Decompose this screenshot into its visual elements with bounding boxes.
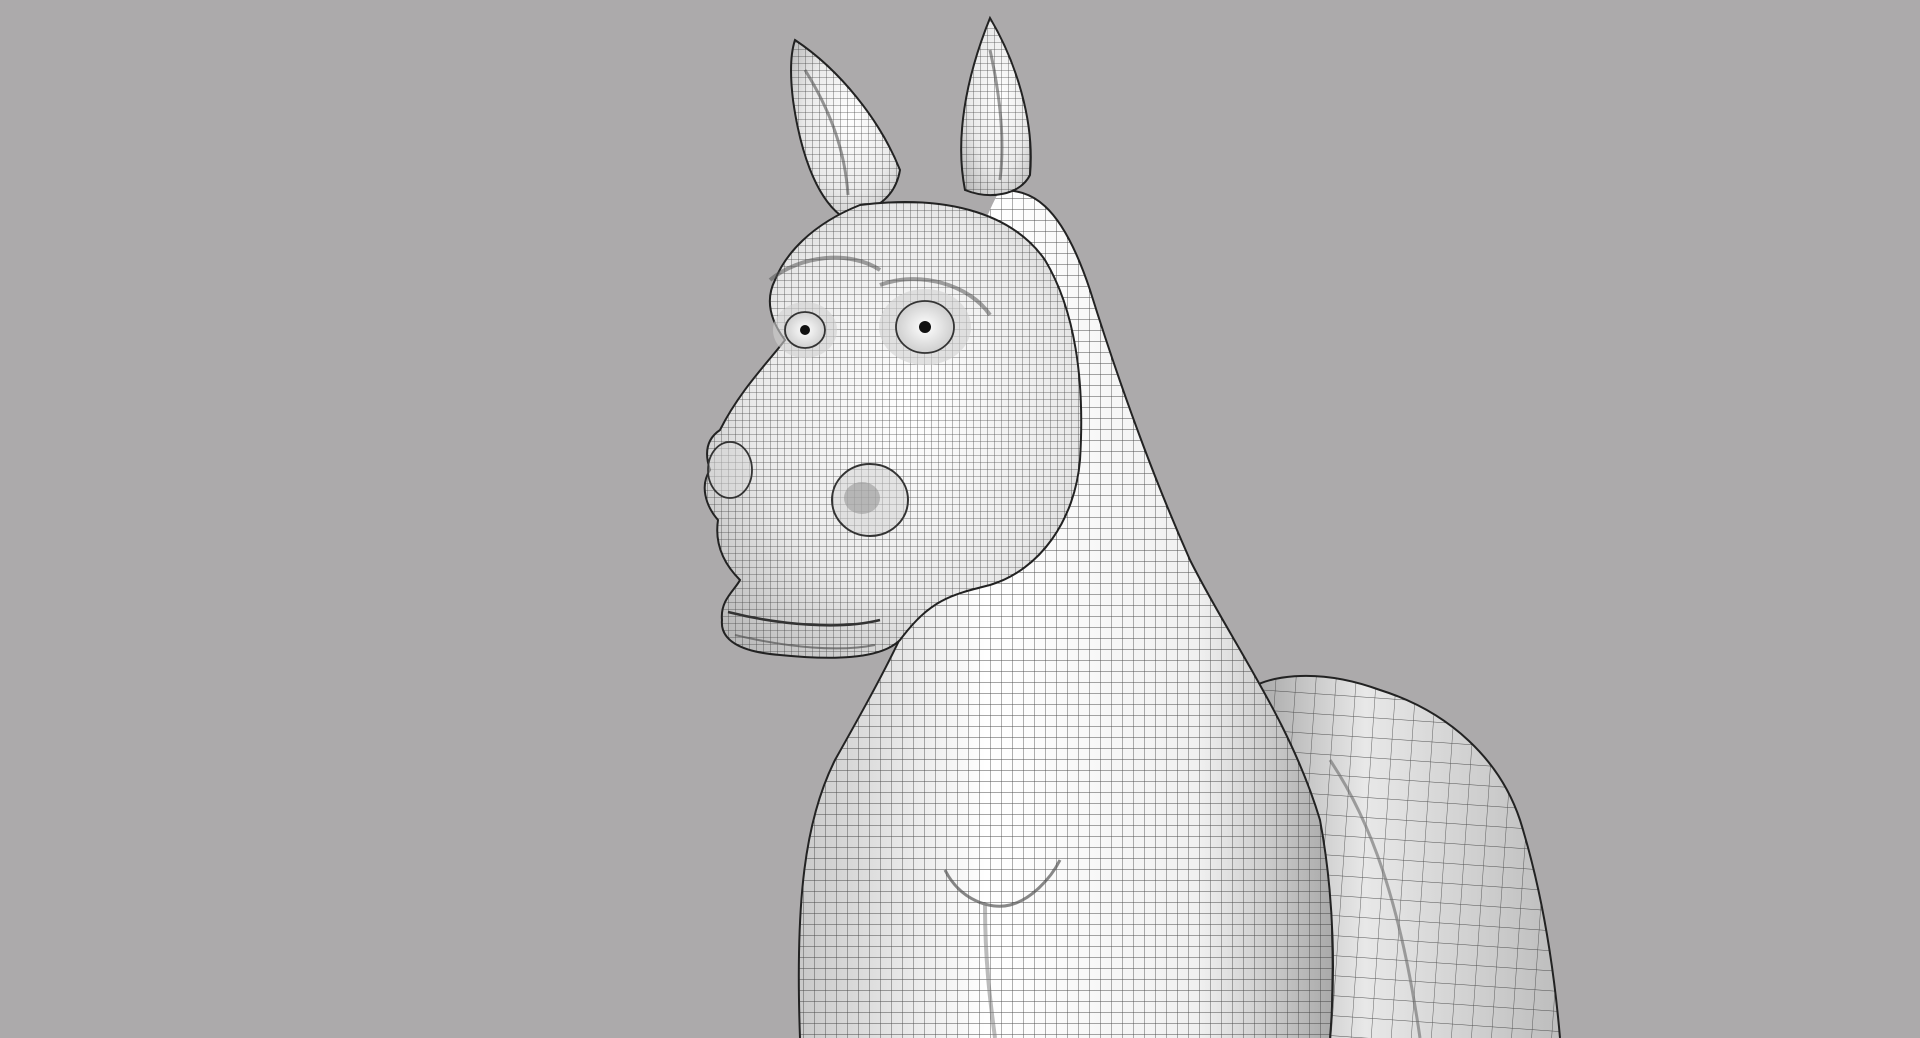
horse-right-ear [960, 15, 1032, 196]
horse-right-eye [879, 289, 971, 365]
horse-left-ear [789, 38, 902, 217]
horse-left-eye [773, 302, 837, 358]
horse-model [703, 15, 1561, 1038]
3d-viewport[interactable] [0, 0, 1920, 1038]
